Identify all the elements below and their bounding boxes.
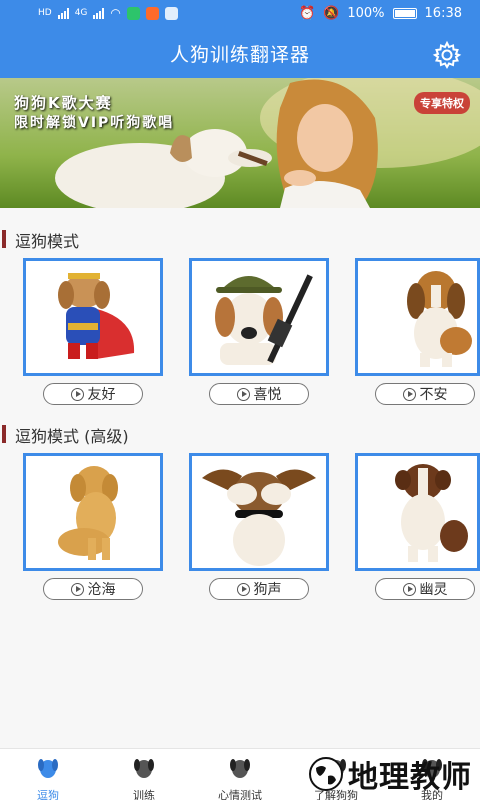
dog-tab-icon (134, 759, 154, 778)
hd-indicator: HD (38, 8, 52, 18)
network-type: 4G (74, 8, 88, 18)
section-header-dog-mode: 逗狗模式 (0, 226, 480, 252)
promo-banner[interactable]: 狗狗K歌大赛 限时解锁VIP听狗歌唱 专享特权 (0, 78, 480, 208)
play-button-joy[interactable]: 喜悦 (209, 383, 309, 405)
battery-percent: 100% (347, 6, 385, 21)
play-button-friendly[interactable]: 友好 (43, 383, 143, 405)
signal-icon-2 (93, 7, 105, 19)
dog-card-friendly[interactable] (23, 258, 163, 376)
play-button-label: 友好 (87, 387, 116, 403)
dog-covering-eyes-image (202, 469, 316, 566)
globe-icon (309, 757, 343, 791)
app-bar: 人狗训练翻译器 (0, 30, 480, 78)
section-accent-bar (2, 425, 6, 443)
play-icon (402, 387, 416, 401)
play-button-label: 不安 (419, 387, 448, 403)
tab-mood-test[interactable]: 心情测试 (192, 751, 288, 800)
section-accent-bar (2, 230, 6, 248)
dog-card-joy[interactable] (189, 258, 329, 376)
status-bar: HD 4G ◠ ⏰ 🔕 100% 16:38 (0, 0, 480, 30)
tab-label: 逗狗 (37, 789, 59, 800)
golden-retriever-image (58, 466, 118, 560)
tab-tease-dog[interactable]: 逗狗 (0, 751, 96, 800)
signal-icon (57, 7, 69, 19)
clock-time: 16:38 (424, 6, 462, 21)
dog-mode-row: 友好 喜悦 不安 (0, 256, 480, 416)
section-title: 逗狗模式 (高级) (15, 427, 129, 446)
page-title: 人狗训练翻译器 (169, 44, 310, 66)
play-icon (70, 387, 84, 401)
play-button-label: 喜悦 (253, 387, 282, 403)
play-button-label: 沧海 (87, 582, 116, 598)
banner-subline: 限时解锁VIP听狗歌唱 (14, 115, 175, 131)
collie-puppy-image (395, 464, 468, 562)
army-dog-image (215, 274, 313, 365)
settings-gear-icon[interactable] (432, 40, 462, 70)
vip-badge: 专享特权 (414, 92, 470, 114)
section-header-dog-mode-advanced: 逗狗模式 (高级) (0, 421, 480, 447)
play-icon (70, 582, 84, 596)
watermark: 地理教师 (308, 752, 472, 796)
dog-card-ghost[interactable] (355, 453, 480, 571)
tab-label: 心情测试 (218, 789, 262, 800)
play-icon (236, 582, 250, 596)
play-icon (236, 387, 250, 401)
dog-tab-icon (230, 759, 250, 778)
weibo-app-icon (145, 6, 159, 20)
play-button-label: 幽灵 (419, 582, 448, 598)
dog-card-anxious[interactable] (355, 258, 480, 376)
play-icon (402, 582, 416, 596)
watermark-text: 地理教师 (348, 760, 472, 795)
play-button-dog-voice[interactable]: 狗声 (209, 578, 309, 600)
search-app-icon (126, 6, 140, 20)
tab-label: 训练 (133, 789, 155, 800)
dog-mode-advanced-row: 沧海 狗声 幽灵 (0, 451, 480, 611)
play-button-ghost[interactable]: 幽灵 (375, 578, 475, 600)
play-button-label: 狗声 (253, 582, 282, 598)
play-button-anxious[interactable]: 不安 (375, 383, 475, 405)
mute-icon: 🔕 (323, 6, 340, 21)
dog-card-dog-voice[interactable] (189, 453, 329, 571)
banner-headline: 狗狗K歌大赛 (14, 94, 113, 112)
wifi-icon: ◠ (110, 6, 121, 20)
dog-card-canghai[interactable] (23, 453, 163, 571)
play-button-canghai[interactable]: 沧海 (43, 578, 143, 600)
message-app-icon (164, 6, 178, 20)
section-title: 逗狗模式 (15, 232, 80, 251)
superhero-dog-image (58, 273, 135, 359)
dog-tab-icon (38, 759, 58, 778)
beagle-image (407, 271, 472, 367)
battery-icon (392, 8, 417, 19)
alarm-icon: ⏰ (298, 6, 316, 21)
tab-training[interactable]: 训练 (96, 751, 192, 800)
